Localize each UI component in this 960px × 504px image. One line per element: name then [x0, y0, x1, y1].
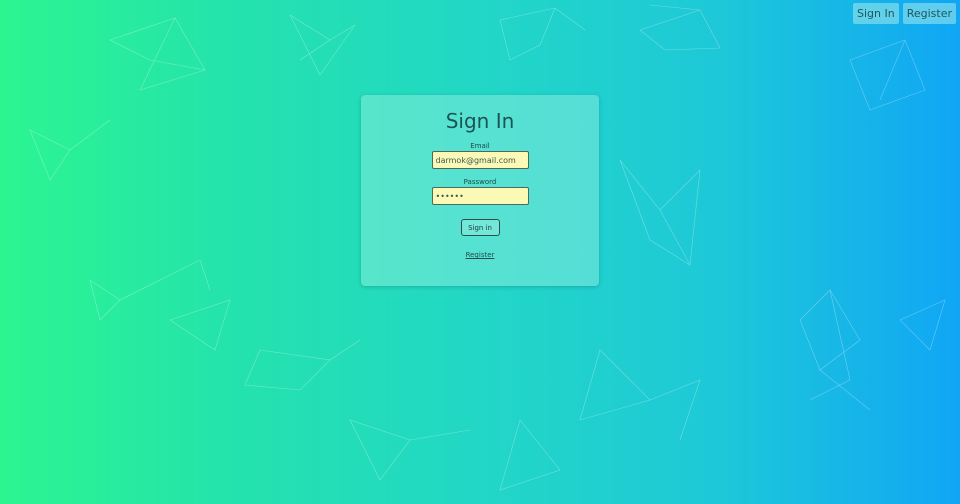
- password-field[interactable]: [431, 187, 529, 205]
- email-field[interactable]: [431, 151, 529, 169]
- nav-register-button[interactable]: Register: [902, 3, 956, 24]
- page-title: Sign In: [445, 109, 515, 133]
- signin-submit-button[interactable]: Sign in: [460, 219, 500, 236]
- email-label: Email: [470, 142, 490, 150]
- nav-signin-button[interactable]: Sign In: [852, 3, 899, 24]
- password-label: Password: [463, 178, 497, 186]
- register-link[interactable]: Register: [466, 251, 495, 259]
- top-navigation: Sign In Register: [852, 3, 956, 24]
- signin-card: Sign In Email Password Sign in Register: [361, 95, 599, 286]
